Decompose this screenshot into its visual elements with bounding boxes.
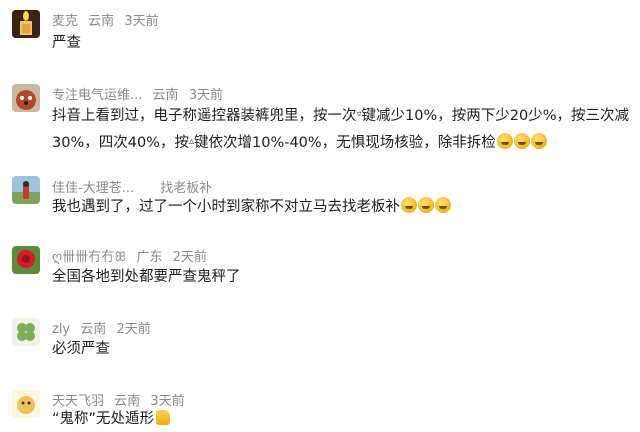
cartoon-avatar-icon: [12, 390, 40, 418]
laugh-emoji-icon: [401, 197, 417, 213]
timestamp: 3天前: [124, 14, 159, 29]
comment-text: 我也遇到了，过了一个小时到家称不对立马去找老板补: [52, 194, 632, 220]
comment-text-part: 键减少10%，按两下少20少%，按三次减: [361, 108, 629, 124]
thumbs-up-emoji-icon: [156, 410, 171, 425]
red-panda-avatar-icon: [12, 84, 40, 112]
comment-meta: 专注电气运维... 云南 3天前: [52, 84, 229, 103]
comment-text-part: “鬼称”无处遁形: [52, 411, 155, 427]
laugh-emoji-icon: [435, 197, 451, 213]
comment-text-part: 30%，四次40%，按: [52, 135, 189, 151]
user-avatar[interactable]: [12, 318, 40, 346]
username[interactable]: 专注电气运维...: [52, 88, 142, 103]
timestamp: 2天前: [116, 322, 151, 337]
timestamp: 3天前: [188, 88, 223, 103]
location: 云南: [80, 322, 107, 337]
location: 云南: [88, 14, 115, 29]
comment-text: 必须严查: [52, 341, 110, 357]
user-avatar[interactable]: [12, 246, 40, 274]
comment-text-part: 我也遇到了，过了一个小时到家称不对立马去找老板补: [52, 199, 400, 215]
grin-emoji-icon: [513, 133, 530, 149]
comment-meta: ღ卌卌冇冇ꕥ 广东 2天前: [52, 246, 213, 265]
grin-emoji-icon: [530, 133, 547, 149]
location: 广东: [136, 250, 163, 265]
laugh-emoji-icon: [418, 197, 434, 213]
rose-avatar-icon: [12, 246, 40, 274]
username[interactable]: 麦克: [52, 14, 78, 29]
username[interactable]: zly: [52, 322, 70, 337]
location: 云南: [152, 88, 179, 103]
user-avatar[interactable]: [12, 84, 40, 112]
comment-text-part: 抖音上看到过，电子称遥控器装裤兜里，按一次: [52, 108, 357, 124]
comment-text: 全国各地到处都要严查鬼秤了: [52, 269, 241, 285]
grin-emoji-icon: [496, 133, 513, 149]
comment-text: 严查: [52, 35, 81, 51]
clover-avatar-icon: [12, 318, 40, 346]
comment-meta: 麦克 云南 3天前: [52, 10, 165, 29]
comment-text: “鬼称”无处遁形: [52, 406, 632, 432]
comment-text-part: 键依次增10%-40%，无惧现场核验，除非拆检: [194, 135, 496, 151]
candle-avatar-icon: [12, 10, 40, 38]
timestamp: 2天前: [172, 250, 207, 265]
comment-meta: zly 云南 2天前: [52, 318, 157, 337]
user-avatar[interactable]: [12, 390, 40, 418]
username[interactable]: ღ卌卌冇冇ꕥ: [52, 250, 126, 265]
user-avatar[interactable]: [12, 10, 40, 38]
user-avatar[interactable]: [12, 176, 40, 204]
person-field-avatar-icon: [12, 176, 40, 204]
comment-text: 抖音上看到过，电子称遥控器装裤兜里，按一次▿键减少10%，按两下少20少%，按三…: [52, 102, 632, 156]
